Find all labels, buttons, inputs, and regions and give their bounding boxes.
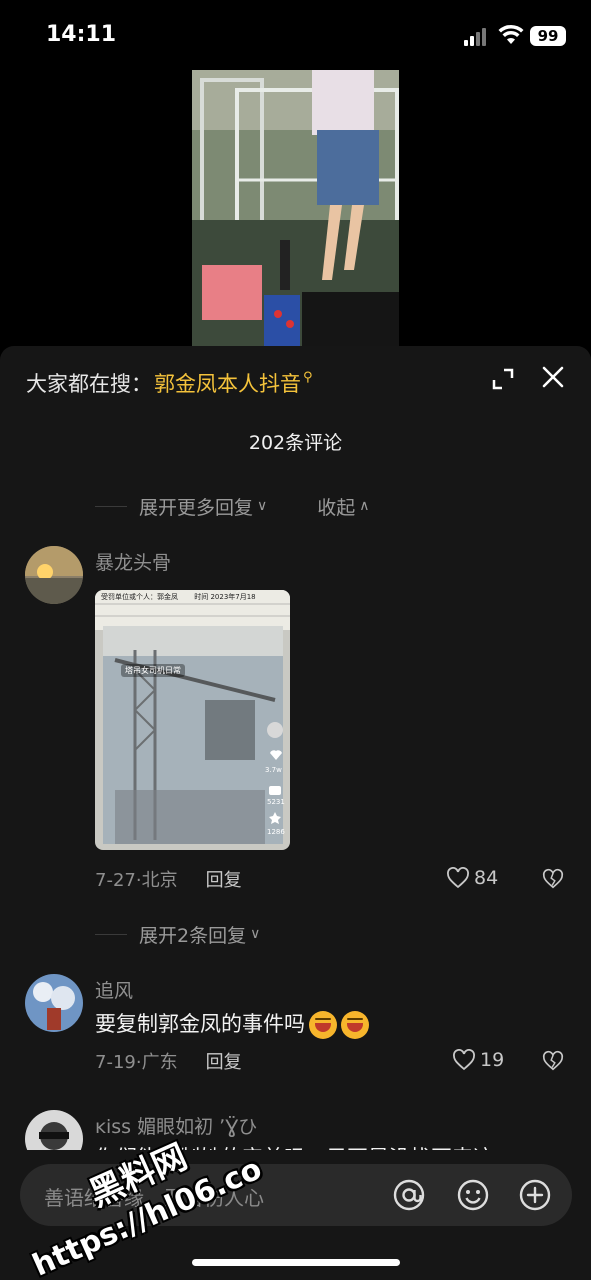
comment-count-title: 202条评论 bbox=[248, 432, 343, 454]
divider bbox=[95, 933, 127, 935]
heart-icon bbox=[453, 1049, 475, 1071]
like-count-small: 3.7w bbox=[265, 766, 282, 774]
fullscreen-icon[interactable] bbox=[490, 366, 516, 392]
heart-icon bbox=[447, 867, 469, 889]
comment-input[interactable]: 善语结善缘，恶言伤人心 bbox=[44, 1182, 264, 1211]
trending-search-term[interactable]: 郭金凤本人抖音 bbox=[154, 368, 301, 398]
comment-username[interactable]: ĸiss 媚眼如初 ՚Ɣ̈ひ bbox=[95, 1112, 257, 1139]
video-frame bbox=[192, 70, 399, 346]
reply-button[interactable]: 回复 bbox=[206, 1048, 242, 1074]
favorite-count-small: 1286 bbox=[267, 828, 285, 836]
like-button[interactable]: 19 bbox=[452, 1049, 504, 1071]
like-count: 84 bbox=[474, 867, 499, 889]
laughing-emoji-icon bbox=[341, 1011, 369, 1039]
video-overlay-label: 塔吊女司机日常 bbox=[121, 664, 185, 677]
search-icon: ⚲ bbox=[303, 369, 313, 385]
document-header-text: 受罚单位或个人：郭金凤 时间 2023年7月18 bbox=[101, 592, 286, 602]
document-line-1: 受罚单位或个人：郭金凤 bbox=[101, 593, 178, 601]
comments-panel: 大家都在搜： 郭金凤本人抖音 ⚲ 202条评论 展开更多回复 ∨ 收起 ∧ 暴龙… bbox=[0, 346, 591, 1280]
like-count: 19 bbox=[480, 1049, 505, 1071]
expand-replies-row[interactable]: 展开2条回复 ∨ bbox=[95, 920, 260, 948]
comment-username[interactable]: 追风 bbox=[95, 976, 133, 1003]
comment-input-bar[interactable]: 善语结善缘，恶言伤人心 bbox=[20, 1164, 572, 1226]
comment-date-location: 7-19·广东 bbox=[95, 1052, 178, 1073]
comment-body: 要复制郭金凤的事件吗 bbox=[95, 1012, 305, 1036]
avatar[interactable] bbox=[25, 546, 83, 604]
comment-image[interactable]: 受罚单位或个人：郭金凤 时间 2023年7月18 塔吊女司机日常 3.7w 52… bbox=[95, 590, 290, 850]
comment-count-small: 5231 bbox=[267, 798, 285, 806]
home-indicator[interactable] bbox=[192, 1259, 400, 1266]
collapse-replies-button[interactable]: 收起 ∧ bbox=[317, 493, 369, 520]
chevron-down-icon: ∨ bbox=[257, 498, 268, 514]
close-icon[interactable] bbox=[540, 364, 566, 390]
laughing-emoji-icon bbox=[309, 1011, 337, 1039]
wifi-icon bbox=[498, 24, 524, 44]
reply-button[interactable]: 回复 bbox=[206, 866, 242, 892]
at-icon[interactable] bbox=[392, 1178, 426, 1212]
collapse-label: 收起 bbox=[317, 496, 356, 519]
comment-text: 要复制郭金凤的事件吗 bbox=[95, 1008, 369, 1039]
chevron-down-icon: ∨ bbox=[250, 926, 261, 942]
divider bbox=[95, 505, 127, 507]
comment-meta: 7-27·北京 回复 bbox=[95, 866, 242, 892]
trending-search-label: 大家都在搜： bbox=[26, 372, 152, 396]
document-line-2: 时间 2023年7月18 bbox=[194, 593, 256, 601]
like-button[interactable]: 84 bbox=[446, 867, 498, 889]
comment-username[interactable]: 暴龙头骨 bbox=[95, 548, 171, 575]
smile-icon[interactable] bbox=[456, 1178, 490, 1212]
status-bar: 14:11 99 bbox=[0, 0, 591, 70]
chevron-up-icon: ∧ bbox=[359, 498, 370, 514]
battery-indicator: 99 bbox=[530, 26, 566, 46]
cellular-signal-icon bbox=[464, 28, 490, 46]
broken-heart-icon[interactable] bbox=[542, 868, 564, 890]
status-time: 14:11 bbox=[46, 22, 117, 47]
comment-date-location: 7-27·北京 bbox=[95, 870, 178, 891]
comment-meta: 7-19·广东 回复 bbox=[95, 1048, 242, 1074]
plus-circle-icon[interactable] bbox=[518, 1178, 552, 1212]
expand-more-replies-button[interactable]: 展开更多回复 bbox=[139, 493, 253, 520]
broken-heart-icon[interactable] bbox=[542, 1050, 564, 1072]
video-player[interactable] bbox=[192, 70, 399, 346]
trending-search[interactable]: 大家都在搜： 郭金凤本人抖音 ⚲ bbox=[26, 368, 313, 398]
expand-replies-button[interactable]: 展开2条回复 bbox=[139, 921, 246, 948]
avatar[interactable] bbox=[25, 974, 83, 1032]
reply-thread-controls: 展开更多回复 ∨ 收起 ∧ bbox=[95, 492, 370, 520]
